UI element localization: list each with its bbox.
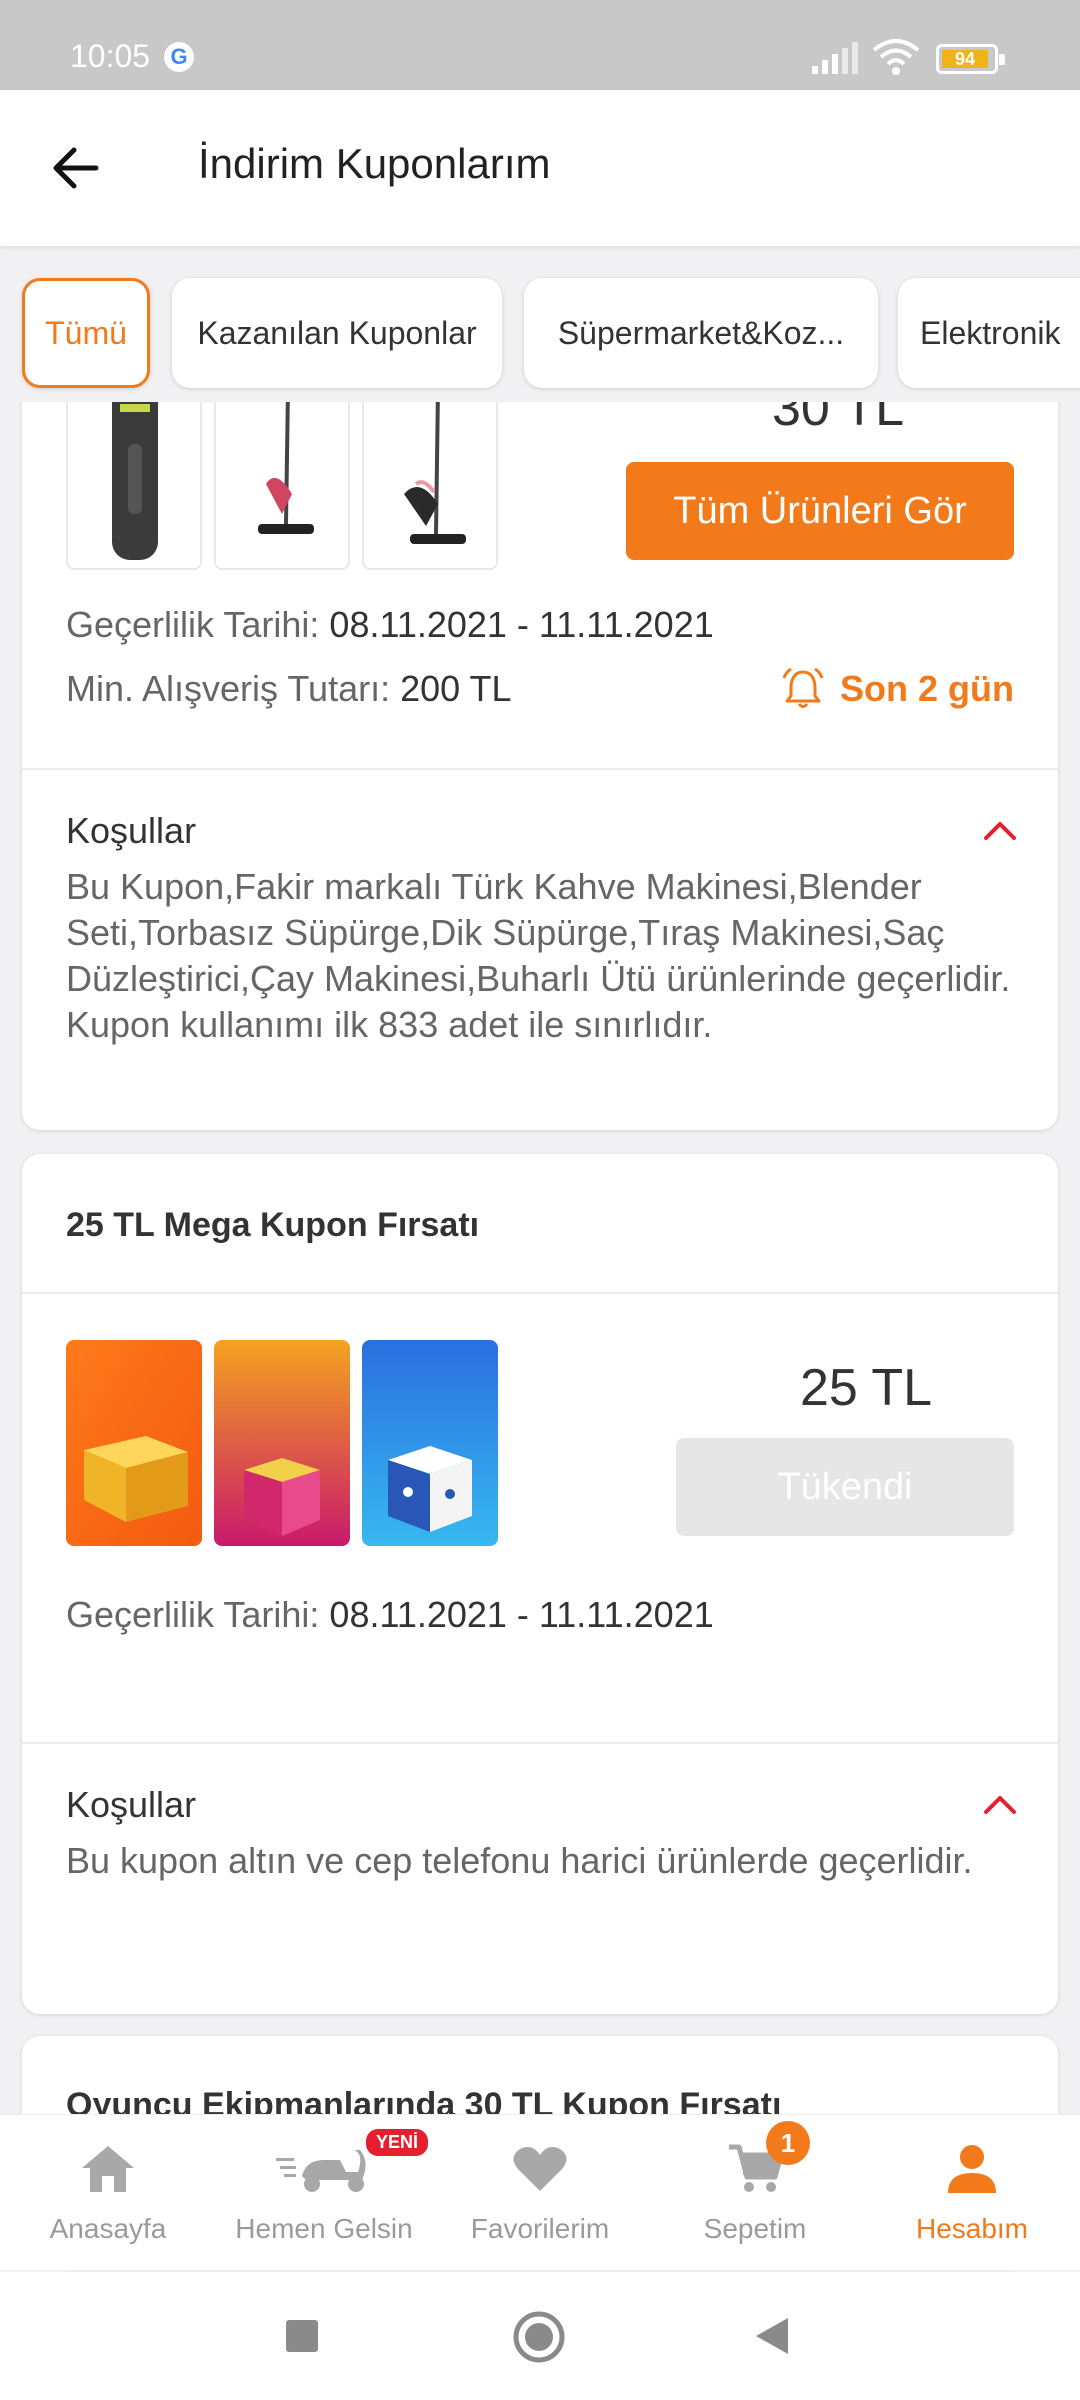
signal-icon [812,42,858,74]
nav-label: Favorilerim [470,2213,610,2244]
app-header: İndirim Kuponlarım [0,90,1080,246]
battery-level: 94 [942,50,988,68]
tab-supermarket[interactable]: Süpermarket&Koz... [524,278,878,388]
coupon-image[interactable] [214,1340,350,1546]
coupon-card: 30 TL Tüm Ürünleri Gör Geçerlilik Tarihi… [22,402,1058,1130]
coupon-image[interactable] [362,1340,498,1546]
validity-row: Geçerlilik Tarihi: 08.11.2021 - 11.11.20… [66,1594,714,1636]
min-amount-label: Min. Alışveriş Tutarı: [66,668,391,709]
min-amount-value: 200 TL [400,668,512,709]
nav-label: Hemen Gelsin [235,2213,413,2244]
conditions-title: Koşullar [66,810,197,851]
nav-label: Hesabım [915,2213,1029,2244]
bottom-navigation: Anasayfa Hemen Gelsin Favorilerim Sepeti… [0,2114,1080,2270]
conditions-title: Koşullar [66,1784,197,1825]
coupon-amount: 30 TL [771,402,905,437]
person-icon [948,2145,996,2193]
nav-cart[interactable]: Sepetim [655,2139,855,2245]
coupon-image[interactable] [66,1340,202,1546]
tab-earned-coupons[interactable]: Kazanılan Kuponlar [172,278,502,388]
product-thumbnail[interactable] [66,402,202,570]
divider [22,1292,1058,1294]
coupon-title: Oyuncu Ekipmanlarında 30 TL Kupon Fırsat… [66,2086,782,2114]
validity-value: 08.11.2021 - 11.11.2021 [329,604,714,645]
coupon-card: Oyuncu Ekipmanlarında 30 TL Kupon Fırsat… [22,2036,1058,2114]
divider [22,1742,1058,1744]
chevron-up-icon[interactable] [982,818,1018,842]
category-tabs: Tümü Kazanılan Kuponlar Süpermarket&Koz.… [0,246,1080,402]
status-time: 10:05 [70,38,151,74]
tab-all[interactable]: Tümü [22,278,150,388]
gift-box-image [214,1340,350,1546]
arrow-left-icon[interactable] [46,138,106,198]
status-bar: 10:05 G 94 [0,0,1080,90]
vacuum-image [258,402,314,534]
validity-label: Geçerlilik Tarihi: [66,604,320,645]
validity-label: Geçerlilik Tarihi: [66,1594,320,1635]
min-amount-row: Min. Alışveriş Tutarı: 200 TL [66,668,512,710]
chevron-up-icon[interactable] [982,1792,1018,1816]
coupon-amount: 25 TL [799,1359,933,1417]
divider [22,768,1058,770]
trimmer-image [112,402,158,560]
gift-box-image [66,1340,202,1546]
new-badge: YENİ [366,2129,429,2156]
gift-box-image [362,1340,498,1546]
conditions-text: Bu kupon altın ve cep telefonu harici ür… [66,1840,973,1881]
vacuum-image [404,402,466,544]
nav-label: Anasayfa [49,2213,167,2244]
nav-favorites[interactable]: Favorilerim [440,2139,640,2245]
scooter-icon [276,2150,366,2192]
battery-icon: 94 [936,44,1005,74]
bell-icon [782,667,824,708]
page-title: İndirim Kuponlarım [198,140,551,187]
cart-count-badge: 1 [766,2121,810,2165]
home-icon [82,2146,134,2192]
coupon-title: 25 TL Mega Kupon Fırsatı [66,1206,480,1244]
wifi-icon [872,39,920,75]
coupon-list[interactable]: 30 TL Tüm Ürünleri Gör Geçerlilik Tarihi… [0,402,1080,2114]
sold-out-button: Tükendi [676,1438,1014,1536]
tab-electronics[interactable]: Elektronik [898,278,1080,388]
validity-row: Geçerlilik Tarihi: 08.11.2021 - 11.11.20… [66,604,714,646]
back-triangle-icon[interactable] [754,2316,790,2356]
conditions-text: Bu Kupon,Fakir markalı Türk Kahve Makine… [66,866,1011,1045]
remaining-days-label: Son 2 gün [840,668,1014,709]
nav-home[interactable]: Anasayfa [8,2139,208,2245]
nav-label: Sepetim [703,2213,807,2244]
coupon-card: 25 TL Mega Kupon Fırsatı 25 TL Tükendi G… [22,1154,1058,2014]
product-thumbnail[interactable] [362,402,498,570]
nav-account[interactable]: Hesabım [872,2139,1072,2245]
validity-value: 08.11.2021 - 11.11.2021 [329,1594,714,1635]
home-button-icon[interactable] [512,2310,566,2364]
recents-icon[interactable] [284,2318,320,2354]
system-navigation [0,2272,1080,2400]
product-thumbnail[interactable] [214,402,350,570]
view-all-products-button[interactable]: Tüm Ürünleri Gör [626,462,1014,560]
remaining-days: Son 2 gün [780,666,1014,712]
google-icon: G [164,42,194,72]
heart-icon [513,2147,567,2191]
